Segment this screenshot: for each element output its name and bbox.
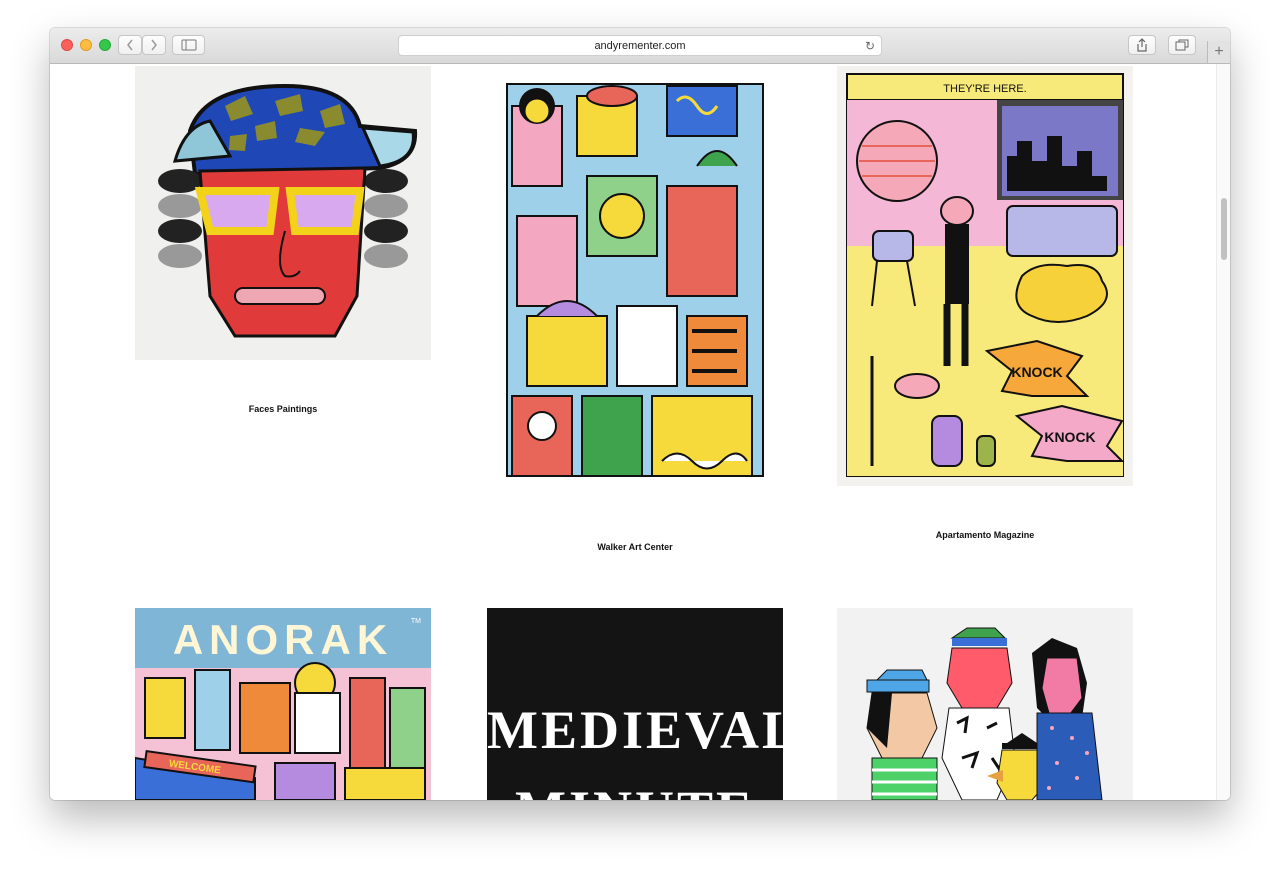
apartamento-banner: THEY'RE HERE. [943, 83, 1026, 95]
walker-art-center-caption[interactable]: Walker Art Center [487, 542, 783, 552]
faces-paintings-caption[interactable]: Faces Paintings [135, 404, 431, 414]
address-bar[interactable]: andyrementer.com ↻ [398, 35, 882, 56]
anorak-image[interactable]: ANORAK TM WELCOME [135, 608, 431, 800]
chevron-left-icon [127, 39, 133, 51]
close-window-button[interactable] [61, 39, 73, 51]
forward-button[interactable] [142, 35, 166, 55]
face-painting-art [158, 83, 418, 338]
apartamento-art: THEY'RE HERE. KNOCK KNOCK [846, 73, 1125, 477]
plus-icon: + [1214, 43, 1224, 60]
reload-icon[interactable]: ↻ [865, 39, 875, 53]
sidebar-button[interactable] [172, 35, 205, 55]
back-button[interactable] [118, 35, 142, 55]
apartamento-magazine-image[interactable]: THEY'RE HERE. KNOCK KNOCK [837, 66, 1133, 486]
medieval-minute-title-art: MEDIEVAL MINUTE [487, 690, 783, 800]
new-tab-button[interactable]: + [1207, 41, 1230, 63]
knock-text-1: KNOCK [1011, 364, 1062, 380]
apartamento-magazine-caption[interactable]: Apartamento Magazine [837, 530, 1133, 540]
vertical-scrollbar[interactable] [1216, 64, 1230, 800]
minimize-window-button[interactable] [80, 39, 92, 51]
faces-paintings-image[interactable] [135, 66, 431, 360]
walker-art-center-image[interactable] [487, 66, 783, 486]
medieval-line-1: MEDIEVAL [487, 700, 783, 760]
sidebar-icon [181, 39, 196, 51]
tabs-icon [1175, 39, 1189, 51]
share-icon [1137, 38, 1147, 52]
url-text: andyrementer.com [594, 39, 686, 52]
browser-window: andyrementer.com ↻ + Faces Paintings Wal… [50, 28, 1230, 800]
knock-text-2: KNOCK [1044, 429, 1095, 445]
wooden-toys-image[interactable] [837, 608, 1133, 800]
wooden-toys-art [866, 627, 1103, 800]
browser-toolbar: andyrementer.com ↻ + [50, 28, 1230, 64]
page-content: Faces Paintings Walker Art Center THEY'R… [50, 64, 1230, 800]
share-button[interactable] [1128, 35, 1156, 55]
medieval-minute-image[interactable]: MEDIEVAL MINUTE [487, 608, 783, 800]
walker-poster-art [506, 83, 764, 477]
tabs-overview-button[interactable] [1168, 35, 1196, 55]
scrollbar-thumb[interactable] [1221, 198, 1227, 260]
anorak-city-art: WELCOME [135, 662, 431, 800]
zoom-window-button[interactable] [99, 39, 111, 51]
chevron-right-icon [151, 39, 157, 51]
medieval-line-2: MINUTE [487, 770, 783, 800]
